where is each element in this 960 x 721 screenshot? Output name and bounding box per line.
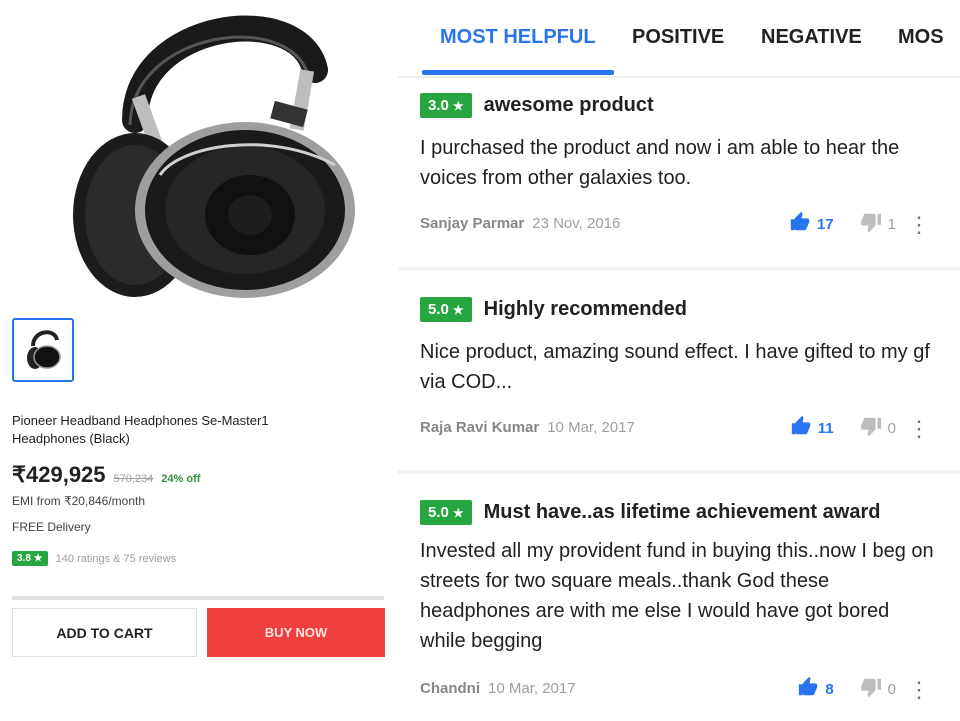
rating-value: 5.0 <box>428 504 449 521</box>
review-actions: 11 0 ⋮ <box>790 415 930 442</box>
headphones-image[interactable] <box>40 0 360 300</box>
like-count: 17 <box>816 216 834 233</box>
review-title: Must have..as lifetime achievement award <box>483 501 881 523</box>
tab-negative[interactable]: NEGATIVE <box>761 26 862 49</box>
rating-value: 5.0 <box>428 301 449 318</box>
review-title: awesome product <box>483 94 654 116</box>
original-price: 570,234 <box>113 473 154 485</box>
review-meta: Raja Ravi Kumar 10 Mar, 2017 <box>420 419 635 436</box>
review-divider <box>398 267 960 271</box>
star-icon: ★ <box>452 505 464 520</box>
emi-text: EMI from ₹20,846/month <box>12 494 146 508</box>
review-meta: Sanjay Parmar 23 Nov, 2016 <box>420 215 620 232</box>
more-vertical-icon[interactable]: ⋮ <box>908 678 930 700</box>
thumbs-up-icon[interactable] <box>797 676 819 703</box>
review-rating-badge: 5.0 ★ <box>420 500 472 525</box>
review-actions: 8 0 ⋮ <box>797 676 930 703</box>
review-body: Nice product, amazing sound effect. I ha… <box>420 341 930 393</box>
add-to-cart-button[interactable]: ADD TO CART <box>12 608 197 657</box>
buy-now-button[interactable]: BUY NOW <box>207 608 385 657</box>
review-divider <box>398 470 960 474</box>
tab-positive[interactable]: POSITIVE <box>632 26 724 49</box>
review-date: 23 Nov, 2016 <box>532 215 621 232</box>
more-vertical-icon[interactable]: ⋮ <box>908 417 930 439</box>
review-author: Chandni <box>420 680 480 697</box>
tab-most-recent[interactable]: MOS <box>898 26 944 49</box>
thumbs-up-icon[interactable] <box>789 211 811 238</box>
like-count: 8 <box>825 681 834 698</box>
rating-value: 3.0 <box>428 97 449 114</box>
thumbs-down-icon[interactable] <box>860 676 882 703</box>
review-date: 10 Mar, 2017 <box>547 419 635 436</box>
thumbs-down-icon[interactable] <box>860 211 882 238</box>
review-body: I purchased the product and now i am abl… <box>420 137 900 189</box>
review-date: 10 Mar, 2017 <box>488 680 576 697</box>
product-rating: 3.8 ★ 140 ratings & 75 reviews <box>12 551 176 566</box>
review-title: Highly recommended <box>483 298 688 320</box>
active-tab-indicator <box>422 70 614 75</box>
dislike-count: 0 <box>887 681 896 698</box>
star-icon: ★ <box>452 98 464 113</box>
rating-count: 140 ratings & 75 reviews <box>55 552 177 565</box>
delivery-text: FREE Delivery <box>12 520 91 534</box>
dislike-count: 1 <box>887 216 896 233</box>
review-author: Raja Ravi Kumar <box>420 419 540 436</box>
review-body: Invested all my provident fund in buying… <box>420 540 934 652</box>
tabs-divider <box>398 76 960 78</box>
price-row: ₹429,925 570,234 24% off <box>12 462 200 488</box>
divider <box>12 596 384 600</box>
review-header: 5.0 ★ Must have..as lifetime achievement… <box>420 500 880 525</box>
thumbs-down-icon[interactable] <box>860 415 882 442</box>
tab-most-helpful[interactable]: MOST HELPFUL <box>440 26 596 49</box>
review-header: 5.0 ★ Highly recommended <box>420 297 687 322</box>
review-actions: 17 1 ⋮ <box>789 211 930 238</box>
reviews-panel: MOST HELPFUL POSITIVE NEGATIVE MOS 3.0 ★… <box>398 0 960 721</box>
star-icon: ★ <box>452 302 464 317</box>
product-title: Pioneer Headband Headphones Se-Master1 H… <box>12 413 269 446</box>
review-tabs: MOST HELPFUL POSITIVE NEGATIVE MOS <box>398 0 960 76</box>
rating-badge: 3.8 ★ <box>12 551 48 566</box>
headphones-thumbnail[interactable] <box>12 318 74 382</box>
more-vertical-icon[interactable]: ⋮ <box>908 213 930 235</box>
thumbs-up-icon[interactable] <box>790 415 812 442</box>
review-header: 3.0 ★ awesome product <box>420 93 654 118</box>
product-panel: Pioneer Headband Headphones Se-Master1 H… <box>0 0 395 721</box>
price: ₹429,925 <box>12 462 106 487</box>
review-author: Sanjay Parmar <box>420 215 525 232</box>
review-rating-badge: 5.0 ★ <box>420 297 472 322</box>
review-rating-badge: 3.0 ★ <box>420 93 472 118</box>
dislike-count: 0 <box>887 420 896 437</box>
discount-label: 24% off <box>161 473 201 485</box>
like-count: 11 <box>817 420 834 437</box>
review-meta: Chandni 10 Mar, 2017 <box>420 680 576 697</box>
